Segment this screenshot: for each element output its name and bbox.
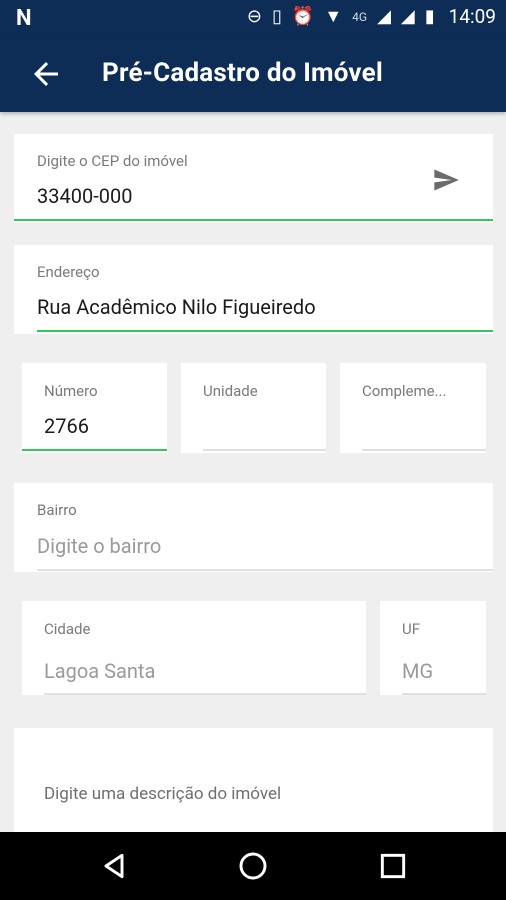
uf-label: UF xyxy=(402,620,421,638)
status-bar: N ⊖ ▯ ⏰ ▼ 4G ◢ ◢ ▮ 14:09 xyxy=(0,0,506,36)
cep-field[interactable]: Digite o CEP do imóvel 33400-000 xyxy=(14,134,493,223)
complemento-field[interactable]: Compleme... xyxy=(340,363,486,453)
cidade-underline xyxy=(44,693,366,695)
endereco-underline xyxy=(37,330,493,332)
cep-input[interactable]: 33400-000 xyxy=(37,184,132,208)
bairro-input[interactable]: Digite o bairro xyxy=(37,534,161,558)
unidade-field[interactable]: Unidade xyxy=(181,363,326,453)
clock: 14:09 xyxy=(448,5,496,28)
uf-underline xyxy=(402,693,486,695)
complemento-underline xyxy=(362,449,486,451)
wifi-icon: ▼ xyxy=(324,6,343,27)
complemento-label: Compleme... xyxy=(362,382,447,400)
numero-label: Número xyxy=(44,382,98,400)
cep-label: Digite o CEP do imóvel xyxy=(37,152,188,170)
page-title: Pré-Cadastro do Imóvel xyxy=(102,58,383,88)
uf-input[interactable]: MG xyxy=(402,659,433,683)
app-bar: Pré-Cadastro do Imóvel xyxy=(0,36,506,112)
bairro-label: Bairro xyxy=(37,501,77,519)
send-icon[interactable] xyxy=(432,166,460,194)
system-nav-bar xyxy=(0,832,506,900)
numero-underline xyxy=(22,449,167,451)
cidade-label: Cidade xyxy=(44,620,91,638)
bairro-underline xyxy=(37,569,493,571)
endereco-label: Endereço xyxy=(37,263,100,281)
unidade-label: Unidade xyxy=(203,382,258,400)
numero-input[interactable]: 2766 xyxy=(44,414,89,438)
cidade-field[interactable]: Cidade Lagoa Santa xyxy=(22,601,366,695)
cep-underline xyxy=(14,219,493,221)
descricao-field[interactable]: Digite uma descrição do imóvel xyxy=(14,728,493,838)
network-type: 4G xyxy=(352,9,368,24)
cidade-input[interactable]: Lagoa Santa xyxy=(44,659,155,683)
do-not-disturb-icon: ⊖ xyxy=(246,6,262,27)
descricao-input[interactable]: Digite uma descrição do imóvel xyxy=(44,784,281,804)
signal-icon-2: ◢ xyxy=(400,6,415,27)
endereco-field[interactable]: Endereço Rua Acadêmico Nilo Figueiredo xyxy=(14,245,493,334)
status-icons: ⊖ ▯ ⏰ ▼ 4G ◢ ◢ ▮ 14:09 xyxy=(247,5,496,28)
endereco-input[interactable]: Rua Acadêmico Nilo Figueiredo xyxy=(37,295,316,319)
nav-back-icon[interactable] xyxy=(98,850,130,882)
signal-icon: ◢ xyxy=(377,6,391,27)
unidade-underline xyxy=(203,449,326,451)
numero-field[interactable]: Número 2766 xyxy=(22,363,167,453)
vibrate-icon: ▯ xyxy=(272,6,282,27)
alarm-icon: ⏰ xyxy=(291,6,315,27)
bairro-field[interactable]: Bairro Digite o bairro xyxy=(14,483,493,572)
uf-field[interactable]: UF MG xyxy=(380,601,486,695)
back-arrow-icon[interactable] xyxy=(28,56,64,92)
nav-recents-icon[interactable] xyxy=(377,850,409,882)
battery-icon: ▮ xyxy=(424,6,435,27)
nav-home-icon[interactable] xyxy=(237,850,269,882)
notification-n-icon: N xyxy=(16,6,32,31)
